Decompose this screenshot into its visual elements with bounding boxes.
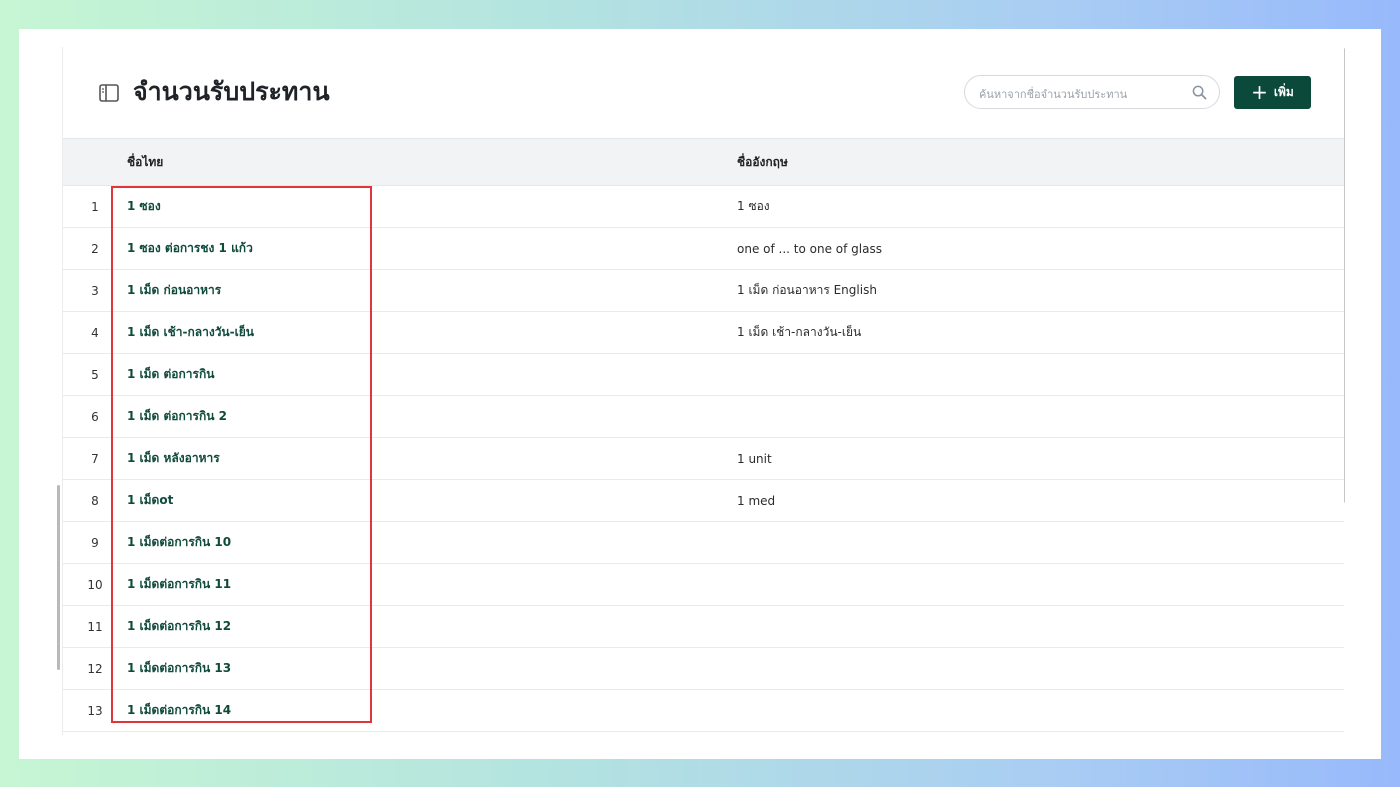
thai-name-cell[interactable]: 1 เม็ดต่อการกิน 11: [127, 563, 737, 606]
left-scrollbar[interactable]: [57, 485, 60, 670]
row-number: 12: [63, 647, 127, 690]
row-number: 3: [63, 269, 127, 312]
search-box[interactable]: [964, 75, 1220, 109]
add-button[interactable]: + เพิ่ม: [1234, 76, 1311, 109]
table-row[interactable]: 9 1 เม็ดต่อการกิน 10: [63, 521, 1344, 564]
thai-name-cell[interactable]: 1 ซอง ต่อการชง 1 แก้ว: [127, 227, 737, 270]
english-name-cell: 1 med: [737, 479, 1344, 522]
thai-name-cell[interactable]: 1 ซอง: [127, 185, 737, 228]
table-row[interactable]: 6 1 เม็ด ต่อการกิน 2: [63, 395, 1344, 438]
english-name-cell: 1 unit: [737, 437, 1344, 480]
english-name-cell: [737, 563, 1344, 606]
thai-name-cell[interactable]: 1 เม็ด ก่อนอาหาร: [127, 269, 737, 312]
page-header: จำนวนรับประทาน + เพิ่ม: [63, 47, 1344, 138]
table-row[interactable]: 11 1 เม็ดต่อการกิน 12: [63, 605, 1344, 648]
english-name-cell: one of ... to one of glass: [737, 227, 1344, 270]
search-icon[interactable]: [1192, 85, 1207, 100]
english-name-cell: [737, 395, 1344, 438]
row-number: 5: [63, 353, 127, 396]
add-button-label: เพิ่ม: [1273, 85, 1294, 99]
row-number: 8: [63, 479, 127, 522]
table-row[interactable]: 10 1 เม็ดต่อการกิน 11: [63, 563, 1344, 606]
page-title: จำนวนรับประทาน: [133, 77, 330, 106]
english-name-cell: 1 ซอง: [737, 185, 1344, 228]
row-number: 10: [63, 563, 127, 606]
row-number: 4: [63, 311, 127, 354]
english-name-cell: [737, 689, 1344, 732]
dosage-table: ชื่อไทย ชื่ออังกฤษ 1 1 ซอง 1 ซอง 2 1 ซอง…: [63, 138, 1344, 732]
column-header-english-name[interactable]: ชื่ออังกฤษ: [737, 138, 1344, 186]
table-row[interactable]: 8 1 เม็ดot 1 med: [63, 479, 1344, 522]
table-row[interactable]: 7 1 เม็ด หลังอาหาร 1 unit: [63, 437, 1344, 480]
thai-name-cell[interactable]: 1 เม็ดต่อการกิน 12: [127, 605, 737, 648]
thai-name-cell[interactable]: 1 เม็ดต่อการกิน 10: [127, 521, 737, 564]
table-body: 1 1 ซอง 1 ซอง 2 1 ซอง ต่อการชง 1 แก้ว on…: [63, 185, 1344, 732]
table-row[interactable]: 4 1 เม็ด เช้า-กลางวัน-เย็น 1 เม็ด เช้า-ก…: [63, 311, 1344, 354]
table-row[interactable]: 1 1 ซอง 1 ซอง: [63, 185, 1344, 228]
thai-name-cell[interactable]: 1 เม็ด เช้า-กลางวัน-เย็น: [127, 311, 737, 354]
row-number: 13: [63, 689, 127, 732]
sidebar-panel-icon[interactable]: [99, 84, 119, 102]
column-header-number: [63, 138, 127, 186]
table-row[interactable]: 12 1 เม็ดต่อการกิน 13: [63, 647, 1344, 690]
table-row[interactable]: 3 1 เม็ด ก่อนอาหาร 1 เม็ด ก่อนอาหาร Engl…: [63, 269, 1344, 312]
main-panel: จำนวนรับประทาน + เพิ่ม ชื่อไทย ชื่ออังกฤ…: [62, 47, 1344, 735]
english-name-cell: 1 เม็ด เช้า-กลางวัน-เย็น: [737, 311, 1344, 354]
row-number: 1: [63, 185, 127, 228]
column-header-thai-name[interactable]: ชื่อไทย: [127, 138, 737, 186]
table-row[interactable]: 13 1 เม็ดต่อการกิน 14: [63, 689, 1344, 732]
table-row[interactable]: 5 1 เม็ด ต่อการกิน: [63, 353, 1344, 396]
plus-icon: +: [1251, 79, 1268, 104]
english-name-cell: [737, 605, 1344, 648]
english-name-cell: 1 เม็ด ก่อนอาหาร English: [737, 269, 1344, 312]
row-number: 2: [63, 227, 127, 270]
row-number: 7: [63, 437, 127, 480]
english-name-cell: [737, 353, 1344, 396]
thai-name-cell[interactable]: 1 เม็ดot: [127, 479, 737, 522]
thai-name-cell[interactable]: 1 เม็ด ต่อการกิน: [127, 353, 737, 396]
thai-name-cell[interactable]: 1 เม็ด หลังอาหาร: [127, 437, 737, 480]
thai-name-cell[interactable]: 1 เม็ด ต่อการกิน 2: [127, 395, 737, 438]
thai-name-cell[interactable]: 1 เม็ดต่อการกิน 13: [127, 647, 737, 690]
thai-name-cell[interactable]: 1 เม็ดต่อการกิน 14: [127, 689, 737, 732]
row-number: 6: [63, 395, 127, 438]
table-row[interactable]: 2 1 ซอง ต่อการชง 1 แก้ว one of ... to on…: [63, 227, 1344, 270]
row-number: 11: [63, 605, 127, 648]
table-header-row: ชื่อไทย ชื่ออังกฤษ: [63, 138, 1344, 186]
row-number: 9: [63, 521, 127, 564]
english-name-cell: [737, 647, 1344, 690]
search-input[interactable]: [977, 84, 1181, 104]
english-name-cell: [737, 521, 1344, 564]
